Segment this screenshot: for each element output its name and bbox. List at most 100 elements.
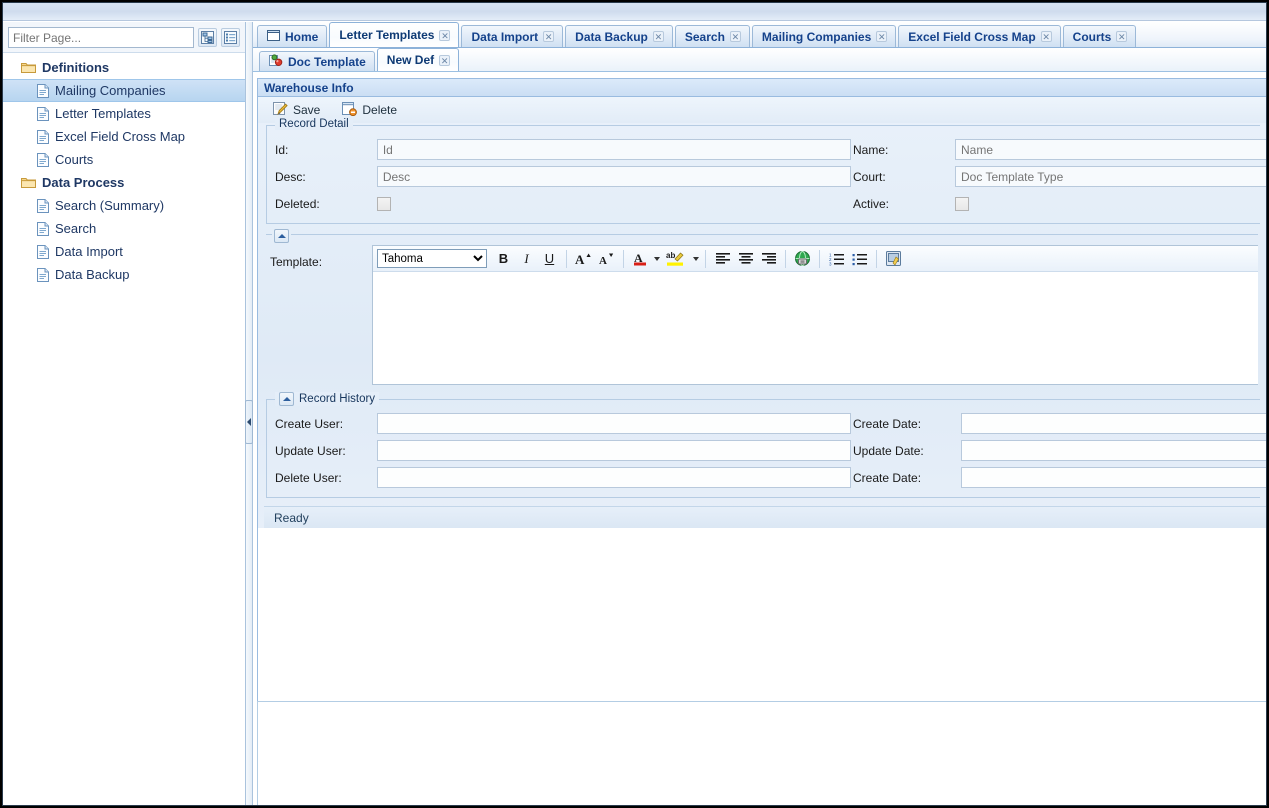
folder-icon [21, 61, 36, 74]
active-checkbox[interactable] [955, 196, 969, 211]
collapse-up-icon[interactable] [279, 392, 294, 406]
close-icon[interactable]: ✕ [439, 29, 451, 41]
create-user-label: Create User: [275, 416, 344, 431]
underline-icon[interactable]: U [539, 248, 560, 269]
template-section: Template: Tahoma B I U A A A ab 1 2 3 [266, 227, 1258, 385]
increase-font-size-icon[interactable]: A [573, 248, 594, 269]
create-date-2-field[interactable] [961, 467, 1266, 488]
sidebar-item-data-import[interactable]: Data Import [3, 240, 245, 263]
svg-text:3: 3 [829, 261, 832, 266]
desc-field[interactable] [376, 166, 851, 187]
id-label: Id: [275, 142, 289, 157]
delete-button[interactable]: Delete [339, 100, 400, 120]
font-color-icon[interactable]: A [630, 248, 651, 269]
align-left-icon[interactable] [712, 248, 733, 269]
collapse-nav-handle[interactable] [245, 400, 253, 444]
record-history-legend: Record History [275, 392, 380, 406]
italic-icon[interactable]: I [516, 248, 537, 269]
name-field[interactable] [955, 139, 1266, 160]
tab-data-import[interactable]: Data Import ✕ [461, 25, 564, 47]
close-icon[interactable]: ✕ [729, 31, 741, 42]
sidebar-item-label: Excel Field Cross Map [55, 129, 186, 144]
close-icon[interactable]: ✕ [543, 31, 555, 42]
record-action-toolbar: Save Delete [258, 97, 1266, 123]
nav-group-label: Definitions [42, 60, 110, 75]
page-icon [37, 244, 49, 259]
sidebar-item-search-summary[interactable]: Search (Summary) [3, 194, 245, 217]
collapse-tree-icon[interactable] [221, 28, 240, 47]
tab-courts[interactable]: Courts ✕ [1062, 25, 1137, 47]
align-center-icon[interactable] [735, 248, 756, 269]
sidebar-item-search[interactable]: Search [3, 217, 245, 240]
template-row: Template: Tahoma B I U A A A ab 1 2 3 [266, 245, 1258, 385]
tab-data-backup[interactable]: Data Backup ✕ [565, 25, 673, 47]
font-family-select[interactable]: Tahoma [377, 249, 487, 268]
numbered-list-icon[interactable]: 1 2 3 [826, 248, 847, 269]
update-date-field[interactable] [961, 440, 1266, 461]
active-label: Active: [853, 196, 890, 211]
expand-tree-icon[interactable] [198, 28, 217, 47]
update-user-field[interactable] [376, 440, 851, 461]
field-row-create-user: Create User: [273, 410, 851, 437]
tab-label: Data Backup [575, 29, 648, 44]
close-icon[interactable]: ✕ [1040, 31, 1052, 42]
close-icon[interactable]: ✕ [652, 31, 664, 42]
lower-empty-region [257, 701, 1266, 805]
tab-doc-template[interactable]: Doc Template [259, 51, 375, 71]
close-icon[interactable]: ✕ [439, 54, 451, 66]
field-row-name: Name: [851, 136, 1266, 163]
sidebar-item-excel-field-cross-map[interactable]: Excel Field Cross Map [3, 125, 245, 148]
toolbar-separator [623, 249, 624, 268]
pane-splitter[interactable] [245, 22, 253, 805]
rich-text-editor: Tahoma B I U A A A ab 1 2 3 [372, 245, 1258, 385]
page-icon [37, 129, 49, 144]
name-label: Name: [853, 142, 889, 157]
close-icon[interactable]: ✕ [876, 31, 888, 42]
update-user-label: Update User: [275, 443, 346, 458]
sidebar-item-mailing-companies[interactable]: Mailing Companies [3, 79, 245, 102]
highlight-color-icon[interactable]: ab [662, 248, 690, 269]
caret-up-icon [282, 397, 291, 401]
highlight-color-dropdown-caret-icon[interactable] [693, 256, 699, 261]
collapse-up-icon[interactable] [274, 229, 289, 243]
bold-icon[interactable]: B [493, 248, 514, 269]
close-icon[interactable]: ✕ [1116, 31, 1128, 42]
tab-mailing-companies[interactable]: Mailing Companies ✕ [751, 25, 897, 47]
sidebar-item-label: Letter Templates [55, 106, 151, 121]
tab-letter-templates[interactable]: Letter Templates ✕ [329, 22, 460, 47]
save-button[interactable]: Save [270, 100, 323, 120]
tabstrip-filler [1138, 22, 1266, 47]
nav-group-data-process[interactable]: Data Process [3, 171, 245, 194]
tab-home[interactable]: Home [257, 25, 328, 47]
bulleted-list-icon[interactable] [849, 248, 870, 269]
sidebar-item-letter-templates[interactable]: Letter Templates [3, 102, 245, 125]
align-right-icon[interactable] [758, 248, 779, 269]
panel-body: Save Delete Record Detail Id: Id Desc: D… [258, 97, 1266, 528]
filter-page-input[interactable] [8, 27, 194, 48]
tab-search[interactable]: Search ✕ [674, 25, 750, 47]
create-date-field[interactable] [961, 413, 1266, 434]
court-field[interactable] [955, 166, 1266, 187]
court-label: Court: [853, 169, 886, 184]
tab-label: Doc Template [288, 54, 366, 69]
deleted-checkbox[interactable] [377, 196, 391, 211]
create-user-field[interactable] [376, 413, 851, 434]
sidebar-item-data-backup[interactable]: Data Backup [3, 263, 245, 286]
nav-group-definitions[interactable]: Definitions [3, 56, 245, 79]
id-field[interactable] [376, 139, 851, 160]
title-bar [3, 3, 1266, 21]
tab-new-def[interactable]: New Def ✕ [376, 48, 460, 71]
tab-excel-field-cross-map[interactable]: Excel Field Cross Map ✕ [898, 25, 1061, 47]
hyperlink-icon[interactable] [792, 248, 813, 269]
sidebar-item-label: Mailing Companies [55, 83, 166, 98]
template-editor-body[interactable] [373, 272, 1258, 384]
tab-label: Search [684, 29, 725, 44]
decrease-font-size-icon[interactable]: A [596, 248, 617, 269]
delete-user-field[interactable] [376, 467, 851, 488]
toolbar-separator [876, 249, 877, 268]
source-edit-icon[interactable] [883, 248, 904, 269]
sidebar-item-courts[interactable]: Courts [3, 148, 245, 171]
sidebar-item-label: Search [55, 221, 97, 236]
application-window: Definitions Mailing Companies [2, 2, 1267, 806]
font-color-dropdown-caret-icon[interactable] [654, 256, 660, 261]
